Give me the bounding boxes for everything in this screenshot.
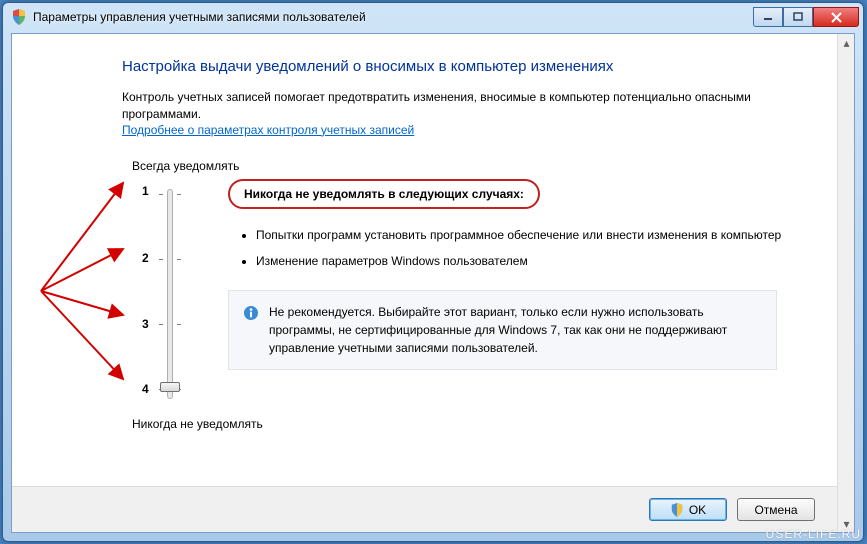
- level-2: 2: [142, 251, 149, 265]
- ok-button[interactable]: OK: [649, 498, 727, 521]
- minimize-button[interactable]: [753, 7, 783, 27]
- shield-icon: [670, 503, 684, 517]
- recommendation-panel: Не рекомендуется. Выбирайте этот вариант…: [228, 290, 777, 370]
- window-controls: [753, 7, 859, 27]
- uac-window: Параметры управления учетными записями п…: [2, 2, 864, 542]
- close-button[interactable]: [813, 7, 859, 27]
- scroll-up-icon[interactable]: ▴: [838, 34, 855, 51]
- shield-icon: [11, 9, 27, 25]
- slider-thumb[interactable]: [160, 382, 180, 392]
- page-heading: Настройка выдачи уведомлений о вносимых …: [122, 58, 797, 75]
- level-1: 1: [142, 184, 149, 198]
- bullet-list: Попытки программ установить программное …: [220, 227, 797, 271]
- slider-tick: [177, 324, 181, 325]
- close-icon: [831, 12, 842, 23]
- level-3: 3: [142, 317, 149, 331]
- footer: OK Отмена: [12, 486, 837, 532]
- titlebar[interactable]: Параметры управления учетными записями п…: [3, 3, 863, 31]
- bullet-item: Изменение параметров Windows пользовател…: [256, 253, 797, 270]
- slider-tick: [159, 259, 163, 260]
- slider-bottom-label: Никогда не уведомлять: [132, 417, 797, 431]
- slider-tick: [177, 194, 181, 195]
- watermark: USER-LIFE.RU: [766, 527, 861, 541]
- cancel-button[interactable]: Отмена: [737, 498, 815, 521]
- level-4: 4: [142, 382, 149, 396]
- vertical-scrollbar[interactable]: ▴ ▾: [837, 34, 854, 532]
- slider-track[interactable]: [167, 189, 173, 399]
- maximize-icon: [793, 12, 803, 22]
- cancel-label: Отмена: [754, 503, 797, 517]
- slider-tick: [159, 324, 163, 325]
- content: Настройка выдачи уведомлений о вносимых …: [12, 34, 837, 482]
- slider-tick: [177, 259, 181, 260]
- recommendation-text: Не рекомендуется. Выбирайте этот вариант…: [269, 303, 762, 357]
- intro-text: Контроль учетных записей помогает предот…: [122, 89, 797, 123]
- main-row: 1 2 3 4 Никогда не уведомлять в следующи…: [122, 179, 797, 409]
- slider[interactable]: 1 2 3 4: [122, 179, 192, 409]
- highlight-title: Никогда не уведомлять в следующих случая…: [228, 179, 540, 209]
- info-icon: [243, 305, 259, 321]
- client-area: Настройка выдачи уведомлений о вносимых …: [11, 33, 855, 533]
- ok-label: OK: [689, 503, 706, 517]
- window-title: Параметры управления учетными записями п…: [33, 10, 753, 24]
- learn-more-link[interactable]: Подробнее о параметрах контроля учетных …: [122, 123, 414, 137]
- slider-top-label: Всегда уведомлять: [132, 159, 797, 173]
- minimize-icon: [763, 12, 773, 22]
- bullet-item: Попытки программ установить программное …: [256, 227, 797, 244]
- slider-tick: [159, 194, 163, 195]
- maximize-button[interactable]: [783, 7, 813, 27]
- info-column: Никогда не уведомлять в следующих случая…: [192, 179, 797, 409]
